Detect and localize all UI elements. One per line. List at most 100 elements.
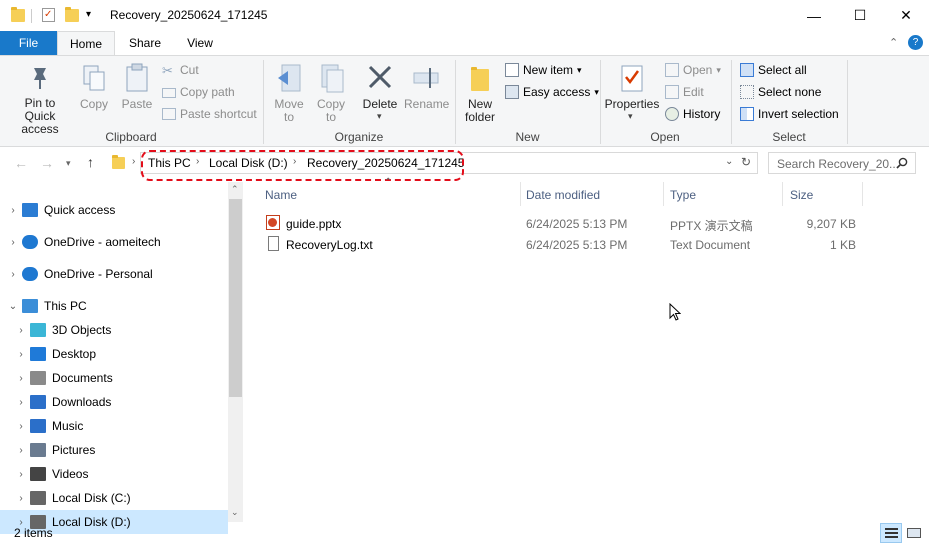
music-icon [30,419,46,433]
sidebar-item-local-disk-c[interactable]: › Local Disk (C:) [0,486,228,510]
chevron-right-icon[interactable]: › [16,397,26,408]
sidebar-item-label: Local Disk (C:) [52,491,131,505]
history-icon [665,107,679,121]
paste-shortcut-label: Paste shortcut [180,107,257,121]
address-dropdown-chevron-icon[interactable]: ⌄ [725,156,733,167]
collapse-ribbon-chevron-icon[interactable]: ⌃ [889,36,898,49]
sort-ascending-chevron-icon: ⌃ [384,177,393,188]
sidebar-item-videos[interactable]: › Videos [0,462,228,486]
history-button[interactable]: History [665,107,720,121]
new-folder-label: New folder [464,97,496,124]
sidebar-item-this-pc[interactable]: ⌄ This PC [0,294,228,318]
invert-selection-icon [740,107,754,121]
paste-button[interactable]: Paste [118,60,156,120]
file-type: PPTX 演示文稿 [670,219,753,233]
paste-shortcut-button[interactable]: Paste shortcut [162,107,257,121]
details-view-icon[interactable] [880,523,902,543]
scroll-down-chevron-icon[interactable]: ⌄ [231,507,239,518]
refresh-icon[interactable]: ↻ [741,155,751,169]
minimize-button[interactable]: — [791,0,837,31]
invert-selection-button[interactable]: Invert selection [740,107,839,121]
nav-scrollbar-thumb[interactable] [229,199,242,397]
chevron-right-icon[interactable]: › [16,421,26,432]
tab-share[interactable]: Share [119,31,171,56]
sidebar-item-music[interactable]: › Music [0,414,228,438]
properties-chevron-icon: ▾ [628,111,633,121]
new-folder-icon[interactable] [65,7,79,22]
sidebar-item-pictures[interactable]: › Pictures [0,438,228,462]
table-row[interactable]: RecoveryLog.txt 6/24/2025 5:13 PM Text D… [262,234,862,255]
open-icon [665,63,679,77]
close-button[interactable]: ✕ [883,0,929,31]
clipboard-group-label: Clipboard [105,130,157,144]
chevron-right-icon[interactable]: › [8,237,18,248]
divider [862,182,863,206]
organize-group-label: Organize [334,130,384,144]
up-arrow-icon[interactable]: ↑ [87,154,94,170]
copy-button[interactable]: Copy [76,60,112,120]
scroll-up-chevron-icon[interactable]: ⌃ [231,184,239,195]
cloud-icon [22,235,38,249]
chevron-right-icon[interactable]: › [16,469,26,480]
new-folder-button[interactable]: New folder [460,60,500,126]
table-row[interactable]: guide.pptx 6/24/2025 5:13 PM PPTX 演示文稿 9… [262,213,862,234]
large-icons-view-icon[interactable] [905,524,923,542]
column-header-date-modified[interactable]: Date modified [526,188,600,202]
tab-view[interactable]: View [176,31,224,56]
select-none-label: Select none [758,85,822,99]
chevron-right-icon[interactable]: › [8,269,18,280]
maximize-button[interactable]: ☐ [837,0,883,31]
delete-button[interactable]: Delete ▾ [360,60,400,126]
chevron-down-icon[interactable]: ⌄ [8,301,18,312]
copy-to-button[interactable]: Copy to [312,60,350,126]
breadcrumb-chevron-icon[interactable]: › [132,156,135,167]
properties-check-icon[interactable]: ✓ [42,8,55,22]
sidebar-item-label: OneDrive - aomeitech [44,235,161,249]
search-input[interactable]: Search Recovery_20... [768,152,916,174]
edit-label: Edit [683,85,704,99]
chevron-right-icon[interactable]: › [8,205,18,216]
chevron-right-icon[interactable]: › [16,445,26,456]
select-all-label: Select all [758,63,807,77]
tab-home[interactable]: Home [57,31,115,56]
tab-file[interactable]: File [0,31,57,56]
sidebar-item-3d-objects[interactable]: › 3D Objects [0,318,228,342]
sidebar-item-downloads[interactable]: › Downloads [0,390,228,414]
back-arrow-icon[interactable]: ← [14,155,28,171]
customize-toolbar-chevron-icon[interactable]: ▾ [86,9,91,20]
open-button[interactable]: Open ▾ [665,63,721,77]
column-header-size[interactable]: Size [790,188,813,202]
chevron-right-icon[interactable]: › [16,493,26,504]
file-size: 9,207 KB [806,217,856,231]
sidebar-item-onedrive-personal[interactable]: › OneDrive - Personal [0,262,228,286]
sidebar-item-quick-access[interactable]: › Quick access [0,198,228,222]
sidebar-item-documents[interactable]: › Documents [0,366,228,390]
copy-icon [83,65,105,91]
select-all-button[interactable]: Select all [740,63,807,77]
column-header-name[interactable]: Name [265,188,297,202]
cube-icon [30,323,46,337]
edit-button[interactable]: Edit [665,85,704,99]
column-header-type[interactable]: Type [670,188,696,202]
help-icon[interactable]: ? [908,35,923,50]
sidebar-item-onedrive-aomeitech[interactable]: › OneDrive - aomeitech [0,230,228,254]
recent-locations-chevron-icon[interactable]: ▾ [66,158,71,169]
rename-icon [413,68,439,88]
chevron-right-icon[interactable]: › [16,325,26,336]
chevron-right-icon[interactable]: › [16,349,26,360]
move-to-button[interactable]: Move to [270,60,308,126]
pin-quick-access-button[interactable]: Pin to Quick access [8,60,72,136]
chevron-right-icon[interactable]: › [16,373,26,384]
rename-button[interactable]: Rename [404,60,450,120]
forward-arrow-icon[interactable]: → [40,155,54,171]
copy-path-button[interactable]: Copy path [162,85,235,99]
new-item-button[interactable]: New item ▾ [505,63,582,77]
select-none-button[interactable]: Select none [740,85,821,99]
properties-button[interactable]: Properties ▾ [604,60,660,126]
sidebar-item-desktop[interactable]: › Desktop [0,342,228,366]
easy-access-button[interactable]: Easy access ▾ [505,85,599,99]
cut-button[interactable]: ✂ Cut [162,63,199,78]
easy-access-icon [505,85,519,99]
cloud-icon [22,267,38,281]
rename-label: Rename [404,97,450,111]
